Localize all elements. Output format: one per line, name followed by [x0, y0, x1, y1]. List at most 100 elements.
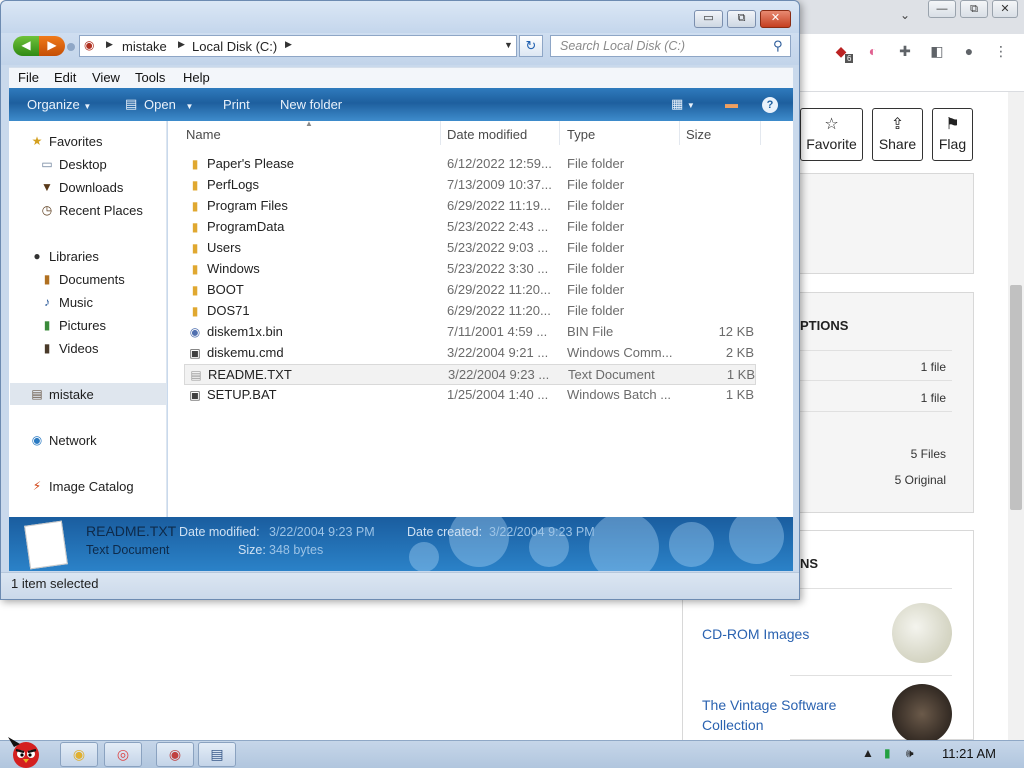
file-row[interactable]: ▮ Paper's Please 6/12/2022 12:59... File fo… — [184, 154, 756, 175]
menu-edit[interactable]: Edit — [54, 70, 76, 85]
file-row[interactable]: ▮ Windows 5/23/2022 3:30 ... File folder — [184, 259, 756, 280]
scrollbar-thumb[interactable] — [1010, 285, 1022, 510]
view-options-icon[interactable]: ▦ ▼ — [671, 96, 695, 112]
favorite-button[interactable]: ☆ Favorite — [800, 108, 863, 161]
explorer-titlebar[interactable]: ▭ ⧉ ✕ — [1, 1, 799, 33]
file-date: 3/22/2004 9:21 ... — [447, 345, 549, 360]
taskbar-app-button[interactable]: ◉ — [156, 742, 194, 767]
new-folder-button[interactable]: New folder — [280, 97, 342, 112]
file-row[interactable]: ▮ PerfLogs 7/13/2009 10:37... File folder — [184, 175, 756, 196]
file-row[interactable]: ▮ Program Files 6/29/2022 11:19... File fol… — [184, 196, 756, 217]
file-row[interactable]: ▤ README.TXT 3/22/2004 9:23 ... Text Docume… — [184, 364, 756, 385]
download-option-value[interactable]: 1 file — [921, 360, 946, 374]
menu-view[interactable]: View — [92, 70, 120, 85]
menu-kebab-icon[interactable]: ⋮ — [992, 42, 1010, 60]
browser-restore-button[interactable]: ⧉ — [960, 0, 988, 18]
menu-help[interactable]: Help — [183, 70, 210, 85]
menu-tools[interactable]: Tools — [135, 70, 165, 85]
side-panel-icon[interactable]: ◧ — [928, 42, 946, 60]
nav-music[interactable]: Music — [59, 295, 93, 310]
nav-documents[interactable]: Documents — [59, 272, 125, 287]
file-row[interactable]: ▮ Users 5/23/2022 9:03 ... File folder — [184, 238, 756, 259]
tab-search-icon[interactable]: ⌄ — [900, 8, 910, 22]
breadcrumb-separator[interactable]: ▶ — [178, 39, 185, 50]
file-row[interactable]: ▣ SETUP.BAT 1/25/2004 1:40 ... Windows Batc… — [184, 385, 756, 406]
search-icon[interactable]: ⚲ — [773, 38, 783, 54]
download-option-value[interactable]: 5 Original — [895, 473, 946, 487]
file-row[interactable]: ▮ DOS71 6/29/2022 11:20... File folder — [184, 301, 756, 322]
collection-link-cdrom[interactable]: CD-ROM Images — [702, 626, 809, 642]
videos-icon: ▮ — [43, 341, 51, 355]
nav-network[interactable]: Network — [49, 433, 97, 448]
organize-button[interactable]: Organize ▼ — [27, 97, 91, 112]
close-button[interactable]: ✕ — [760, 10, 791, 28]
search-input[interactable] — [551, 36, 766, 56]
print-button[interactable]: Print — [223, 97, 250, 112]
file-row[interactable]: ◉ diskem1x.bin 7/11/2001 4:59 ... BIN File 1… — [184, 322, 756, 343]
forward-button[interactable]: ▶ — [39, 36, 65, 56]
column-separator[interactable] — [679, 121, 680, 145]
nav-desktop[interactable]: Desktop — [59, 157, 107, 172]
browser-minimize-button[interactable]: — — [928, 0, 956, 18]
volume-icon[interactable]: 🕪 — [906, 746, 914, 761]
breadcrumb-separator[interactable]: ▶ — [285, 39, 292, 50]
menu-file[interactable]: File — [18, 70, 39, 85]
column-separator[interactable] — [760, 121, 761, 145]
recent-pages-dropdown[interactable] — [67, 43, 75, 51]
nav-recent-places[interactable]: Recent Places — [59, 203, 143, 218]
file-row[interactable]: ▮ BOOT 6/29/2022 11:20... File folder — [184, 280, 756, 301]
tray-expand-icon[interactable]: ▲ — [862, 746, 874, 760]
minimize-button[interactable]: ▭ — [694, 10, 723, 28]
back-button[interactable]: ◀ — [13, 36, 39, 56]
recent-places-icon: ◷ — [41, 203, 53, 217]
search-box[interactable]: ⚲ — [550, 35, 791, 57]
flag-button[interactable]: ⚑ Flag — [932, 108, 973, 161]
column-separator[interactable] — [559, 121, 560, 145]
taskbar-clock[interactable]: 11:21 AM — [942, 746, 996, 761]
battery-icon[interactable]: ▮ — [884, 746, 891, 760]
nav-videos[interactable]: Videos — [59, 341, 99, 356]
file-date: 1/25/2004 1:40 ... — [447, 387, 549, 402]
taskbar-folder-button[interactable]: ◉ — [60, 742, 98, 767]
address-bar[interactable]: ◉ ▶ mistake ▶ Local Disk (C:) ▶ ▼ — [79, 35, 517, 57]
card-divider — [790, 380, 952, 381]
browser-close-button[interactable]: ✕ — [992, 0, 1018, 18]
collection-link-vintage[interactable]: The Vintage Software — [702, 697, 836, 713]
share-button[interactable]: ⇪ Share — [872, 108, 923, 161]
help-icon[interactable]: ? — [762, 97, 778, 113]
file-row[interactable]: ▣ diskemu.cmd 3/22/2004 9:21 ... Windows Co… — [184, 343, 756, 364]
pride-flag-icon[interactable]: ◐ — [864, 42, 882, 60]
refresh-button[interactable]: ↻ — [519, 35, 543, 57]
taskbar-computer-button[interactable]: ▤ — [198, 742, 236, 767]
open-button[interactable]: Open ▼ — [144, 97, 193, 112]
maximize-button[interactable]: ⧉ — [727, 10, 756, 28]
download-option-value[interactable]: 1 file — [921, 391, 946, 405]
collection-link-vintage-2[interactable]: Collection — [702, 717, 763, 733]
file-row[interactable]: ▮ ProgramData 5/23/2022 2:43 ... File folde… — [184, 217, 756, 238]
profile-icon[interactable]: ● — [960, 42, 978, 60]
nav-libraries[interactable]: Libraries — [49, 249, 99, 264]
column-size[interactable]: Size — [686, 127, 711, 142]
download-option-value[interactable]: 5 Files — [911, 447, 946, 461]
start-button[interactable] — [2, 733, 48, 768]
extensions-icon[interactable]: ✚ — [896, 42, 914, 60]
vintage-software-thumbnail[interactable] — [892, 684, 952, 744]
nav-computer[interactable]: mistake — [49, 387, 94, 402]
breadcrumb-drive[interactable]: Local Disk (C:) — [192, 39, 277, 54]
preview-pane-icon[interactable]: ▬ — [725, 96, 738, 111]
nav-image-catalog[interactable]: Image Catalog — [49, 479, 134, 494]
breadcrumb-computer[interactable]: mistake — [122, 39, 167, 54]
file-type: File folder — [567, 219, 625, 234]
nav-downloads[interactable]: Downloads — [59, 180, 123, 195]
column-date-modified[interactable]: Date modified — [447, 127, 527, 142]
nav-favorites[interactable]: Favorites — [49, 134, 102, 149]
column-name[interactable]: Name — [186, 127, 221, 142]
taskbar-chrome-button[interactable]: ◎ — [104, 742, 142, 767]
breadcrumb-separator[interactable]: ▶ — [106, 39, 113, 50]
column-type[interactable]: Type — [567, 127, 595, 142]
nav-pictures[interactable]: Pictures — [59, 318, 106, 333]
address-dropdown-icon[interactable]: ▼ — [504, 40, 513, 50]
file-name: ProgramData — [207, 219, 285, 234]
cdrom-thumbnail[interactable] — [892, 603, 952, 663]
column-separator[interactable] — [440, 121, 441, 145]
